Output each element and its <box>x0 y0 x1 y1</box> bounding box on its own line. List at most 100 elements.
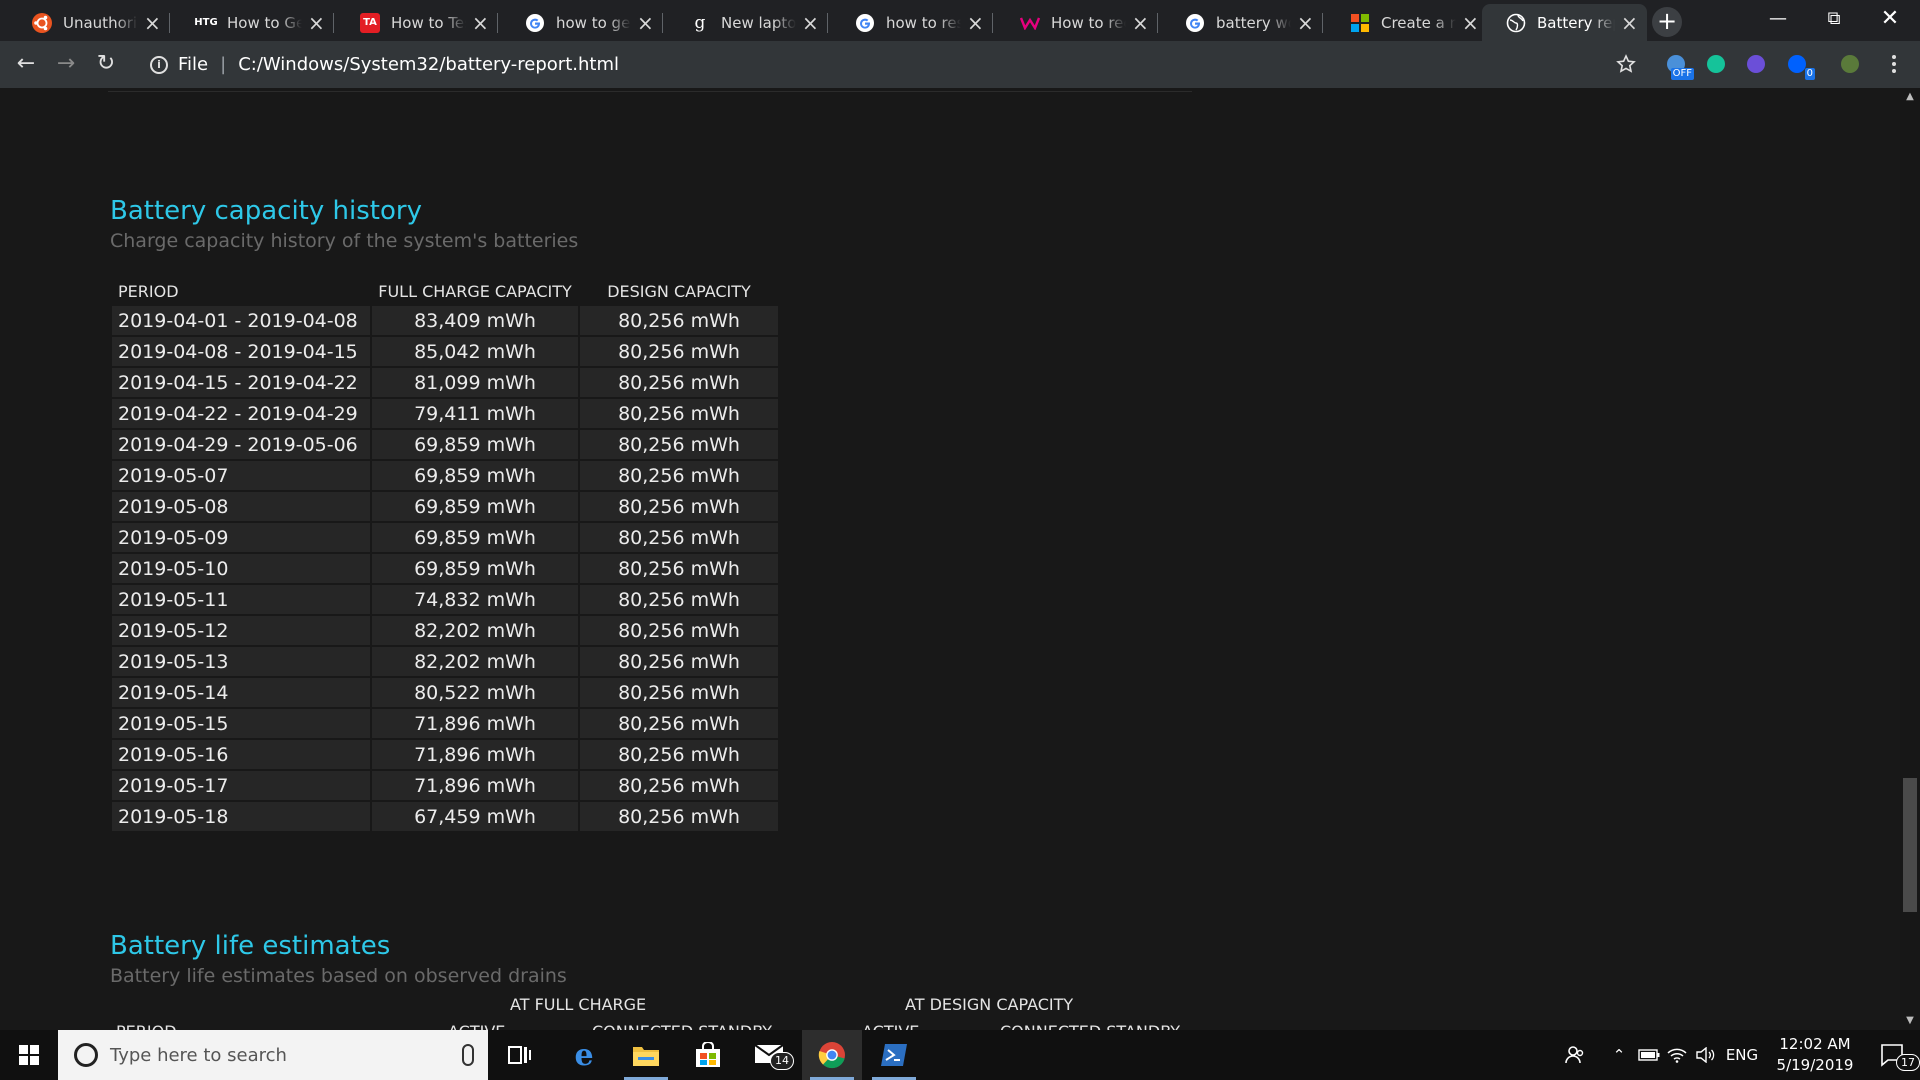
tab-close-icon[interactable]: × <box>1621 13 1638 33</box>
tab-close-icon[interactable]: × <box>1462 13 1479 33</box>
vertical-scrollbar[interactable]: ▲ ▼ <box>1900 88 1920 1030</box>
tab-close-icon[interactable]: × <box>967 13 984 33</box>
menu-kebab-icon[interactable] <box>1880 50 1908 78</box>
tab-title: battery wont <box>1216 13 1291 32</box>
tab-0[interactable]: Unauthorized × <box>8 4 170 41</box>
tab-9[interactable]: Battery report × <box>1482 4 1647 41</box>
tab-title: Unauthorized <box>63 13 138 32</box>
powershell-app[interactable] <box>864 1030 924 1080</box>
cell-full: 79,411 mWh <box>372 399 578 428</box>
column-header-standby-design: CONNECTED STANDBY <box>1000 1022 1180 1030</box>
google-logo-icon <box>855 13 875 33</box>
cell-period: 2019-04-22 - 2019-04-29 <box>112 399 370 428</box>
cell-period: 2019-04-01 - 2019-04-08 <box>112 306 370 335</box>
task-view-button[interactable] <box>490 1030 550 1080</box>
bookmark-star-icon[interactable] <box>1612 50 1640 78</box>
volume-icon[interactable] <box>1692 1030 1718 1080</box>
cell-full: 81,099 mWh <box>372 368 578 397</box>
cell-design: 80,256 mWh <box>580 709 778 738</box>
start-button[interactable] <box>0 1030 58 1080</box>
cell-full: 69,859 mWh <box>372 492 578 521</box>
ubuntu-logo-icon <box>32 12 52 33</box>
browser-toolbar: ← → ↻ i File | C:/Windows/System32/batte… <box>0 41 1920 88</box>
mail-badge: 14 <box>770 1052 794 1070</box>
battery-icon[interactable] <box>1636 1030 1662 1080</box>
profile-avatar-icon[interactable] <box>1836 50 1864 78</box>
edge-app[interactable]: e <box>554 1030 614 1080</box>
file-explorer-app[interactable] <box>616 1030 676 1080</box>
language-indicator[interactable]: ENG <box>1722 1030 1762 1080</box>
cell-design: 80,256 mWh <box>580 616 778 645</box>
page-content[interactable]: Battery capacity history Charge capacity… <box>0 88 1900 1030</box>
column-header-active-design: ACTIVE <box>862 1022 919 1030</box>
cell-full: 71,896 mWh <box>372 709 578 738</box>
tab-close-icon[interactable]: × <box>308 13 325 33</box>
tab-close-icon[interactable]: × <box>637 13 654 33</box>
life-estimates-title: Battery life estimates <box>110 931 391 961</box>
forward-button[interactable]: → <box>50 48 82 80</box>
store-bag-icon <box>696 1042 720 1067</box>
cell-period: 2019-05-18 <box>112 802 370 831</box>
people-icon[interactable] <box>1560 1030 1590 1080</box>
tab-title: Battery report <box>1537 13 1615 32</box>
tab-7[interactable]: battery wont × <box>1161 4 1323 41</box>
tab-8[interactable]: Create a new × <box>1326 4 1488 41</box>
tab-5[interactable]: how to reset × <box>831 4 993 41</box>
scroll-up-arrow-icon[interactable]: ▲ <box>1900 88 1920 106</box>
minimize-button[interactable]: — <box>1750 0 1806 41</box>
store-app[interactable] <box>678 1030 738 1080</box>
globe-icon <box>1506 13 1526 33</box>
taskbar-search[interactable]: Type here to search <box>58 1030 488 1080</box>
tab-close-icon[interactable]: × <box>144 13 161 33</box>
wifi-icon[interactable] <box>1664 1030 1690 1080</box>
tab-title: How to recalibrate <box>1051 13 1126 32</box>
cell-design: 80,256 mWh <box>580 647 778 676</box>
dropbox-extension-icon[interactable]: 0 <box>1783 50 1815 80</box>
tab-title: New laptop <box>721 13 796 32</box>
scroll-down-arrow-icon[interactable]: ▼ <box>1900 1012 1920 1030</box>
show-hidden-icons-chevron-icon[interactable]: ⌃ <box>1607 1030 1631 1080</box>
tab-separator <box>992 13 993 33</box>
cortana-icon <box>74 1043 98 1067</box>
cell-full: 71,896 mWh <box>372 771 578 800</box>
tab-2[interactable]: TA How to Test × <box>336 4 498 41</box>
table-row: 2019-05-17 71,896 mWh 80,256 mWh <box>112 771 778 800</box>
capacity-history-subtitle: Charge capacity history of the system's … <box>110 230 579 252</box>
address-bar[interactable]: i File | C:/Windows/System32/battery-rep… <box>136 46 1636 83</box>
tab-1[interactable]: HTG How to Generate × <box>172 4 334 41</box>
grammarly-extension-icon[interactable] <box>1702 50 1730 78</box>
tab-close-icon[interactable]: × <box>472 13 489 33</box>
scroll-thumb[interactable] <box>1903 778 1917 912</box>
weather-extension-icon[interactable]: OFF <box>1662 50 1694 80</box>
restore-button[interactable]: ⧉ <box>1806 0 1862 41</box>
cell-design: 80,256 mWh <box>580 523 778 552</box>
action-center-button[interactable]: 17 <box>1866 1030 1920 1080</box>
tab-close-icon[interactable]: × <box>802 13 819 33</box>
cell-period: 2019-05-12 <box>112 616 370 645</box>
reload-button[interactable]: ↻ <box>90 48 122 80</box>
system-clock[interactable]: 12:02 AM 5/19/2019 <box>1764 1034 1866 1076</box>
tab-title: how to reset <box>886 13 961 32</box>
video-extension-icon[interactable] <box>1742 50 1770 78</box>
chrome-logo-icon <box>818 1042 845 1069</box>
table-row: 2019-05-14 80,522 mWh 80,256 mWh <box>112 678 778 707</box>
cell-period: 2019-05-11 <box>112 585 370 614</box>
info-icon[interactable]: i <box>150 55 168 74</box>
mail-app[interactable]: 14 <box>740 1030 800 1080</box>
tab-6[interactable]: How to recalibrate × <box>996 4 1158 41</box>
tab-4[interactable]: g New laptop × <box>666 4 828 41</box>
tab-close-icon[interactable]: × <box>1297 13 1314 33</box>
tab-3[interactable]: how to get battery × <box>501 4 663 41</box>
chrome-app[interactable] <box>802 1030 862 1080</box>
cell-period: 2019-05-14 <box>112 678 370 707</box>
microphone-icon[interactable] <box>462 1044 474 1066</box>
tab-close-icon[interactable]: × <box>1132 13 1149 33</box>
back-button[interactable]: ← <box>10 48 42 80</box>
url-text[interactable]: C:/Windows/System32/battery-report.html <box>238 54 619 75</box>
tab-separator <box>662 13 663 33</box>
table-row: 2019-04-08 - 2019-04-15 85,042 mWh 80,256 … <box>112 337 778 366</box>
table-row: 2019-05-09 69,859 mWh 80,256 mWh <box>112 523 778 552</box>
new-tab-button[interactable]: + <box>1652 7 1682 37</box>
close-window-button[interactable]: ✕ <box>1862 0 1918 41</box>
previous-table-edge <box>108 88 1192 92</box>
